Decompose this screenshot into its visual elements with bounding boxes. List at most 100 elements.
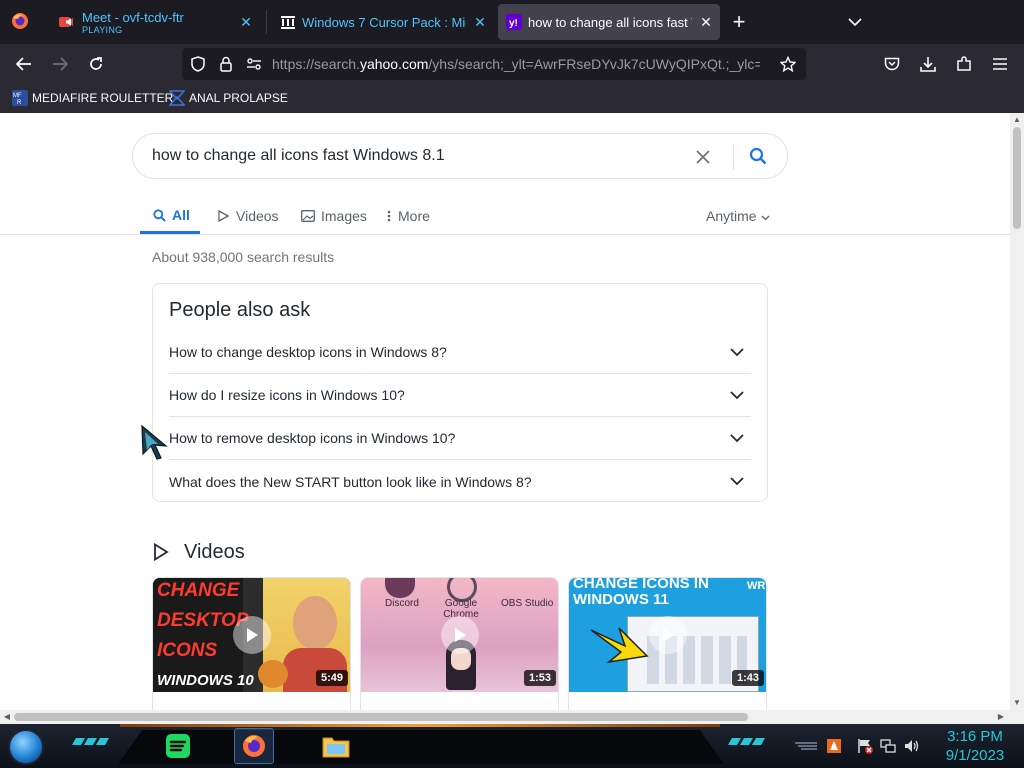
people-also-ask-title: People also ask <box>169 299 311 321</box>
play-overlay-icon[interactable] <box>233 616 271 654</box>
tab-title: how to change all icons fast Wi <box>528 14 692 30</box>
mediafire-icon: MF R <box>12 90 28 106</box>
time-filter-dropdown[interactable]: Anytime <box>706 199 770 233</box>
bookmark-anal-prolapse[interactable]: ANAL PROLAPSE <box>168 89 288 107</box>
thumb-text: WINDOWS 10 <box>157 672 254 689</box>
video-card[interactable]: Discord Google Chrome OBS Studio 1:53 <box>360 577 559 710</box>
volume-speaker-icon[interactable] <box>904 738 920 754</box>
hamburger-menu-icon[interactable] <box>987 52 1013 76</box>
taskbar-file-explorer-icon[interactable] <box>316 728 356 764</box>
url-prefix: https://search. <box>272 56 360 72</box>
new-tab-button[interactable]: + <box>728 11 750 33</box>
mouse-cursor-icon <box>141 424 168 460</box>
back-arrow-icon[interactable] <box>11 52 37 76</box>
scroll-left-arrow-icon[interactable]: ◀ <box>2 712 12 722</box>
tab-playing-label: PLAYING <box>82 24 123 35</box>
clock-time[interactable]: 3:16 PM <box>940 728 1010 745</box>
speaker-playing-icon[interactable] <box>62 14 78 30</box>
scroll-down-arrow-icon[interactable]: ▼ <box>1012 698 1022 708</box>
scrollbar-thumb[interactable] <box>1013 127 1021 229</box>
scrollbar-thumb[interactable] <box>14 713 748 721</box>
video-thumbnail[interactable]: Discord Google Chrome OBS Studio 1:53 <box>361 578 558 692</box>
network-icon[interactable] <box>880 738 896 754</box>
thumb-text: CHANGE ICONS IN <box>573 578 709 592</box>
tab-strip: Meet - ovf-tcdv-ftr PLAYING ✕ Windows 7 … <box>0 0 1024 44</box>
chevron-down-icon <box>729 430 745 446</box>
bookmark-label: ANAL PROLAPSE <box>189 91 288 105</box>
video-duration: 1:53 <box>523 670 556 686</box>
firefox-menu-icon[interactable] <box>11 12 29 35</box>
taskbar-decoration <box>727 738 766 746</box>
video-thumbnail[interactable]: CHANGE ICONS IN WINDOWS 11 WR 1:43 <box>569 578 766 692</box>
paa-question[interactable]: How to change desktop icons in Windows 8… <box>169 331 751 374</box>
thumb-text: CHANGE <box>157 580 240 601</box>
tab-meet[interactable]: Meet - ovf-tcdv-ftr PLAYING ✕ <box>50 4 260 40</box>
video-thumbnail[interactable]: CHANGE DESKTOP ICONS WINDOWS 10 5:49 <box>153 578 350 692</box>
tab-windows7-cursor-pack[interactable]: Windows 7 Cursor Pack : Micro ✕ <box>272 4 494 40</box>
url-text[interactable]: https://search.yahoo.com/yhs/search;_ylt… <box>272 56 760 72</box>
paa-question[interactable]: How to remove desktop icons in Windows 1… <box>169 417 751 460</box>
url-bar[interactable]: https://search.yahoo.com/yhs/search;_ylt… <box>182 48 806 80</box>
play-overlay-icon[interactable] <box>441 616 479 654</box>
tracking-protection-shield-icon[interactable] <box>190 56 206 72</box>
start-button[interactable] <box>8 729 44 765</box>
close-tab-icon[interactable]: ✕ <box>472 14 488 30</box>
taskbar-firefox-icon[interactable] <box>234 728 274 764</box>
svg-text:MF: MF <box>13 93 22 99</box>
play-overlay-icon[interactable] <box>649 616 687 654</box>
url-host: yahoo.com <box>359 56 429 72</box>
search-magnifier-icon[interactable] <box>747 145 769 167</box>
list-all-tabs-chevron-icon[interactable] <box>844 11 866 33</box>
close-tab-icon[interactable]: ✕ <box>698 14 714 30</box>
bookmark-mediafire-rouletter[interactable]: MF R MEDIAFIRE ROULETTER <box>12 89 173 107</box>
time-filter-label: Anytime <box>706 208 757 224</box>
chevron-down-icon <box>729 344 745 360</box>
pocket-icon[interactable] <box>879 52 905 76</box>
thumb-text: Discord <box>385 598 419 609</box>
bookmark-star-icon[interactable] <box>780 56 796 72</box>
tab-all-label: All <box>172 207 190 223</box>
result-count: About 938,000 search results <box>152 249 335 265</box>
clock-date[interactable]: 9/1/2023 <box>940 747 1010 764</box>
permissions-icon[interactable] <box>246 56 262 72</box>
videos-section-header[interactable]: Videos <box>152 540 245 564</box>
video-card[interactable]: CHANGE ICONS IN WINDOWS 11 WR 1:43 <box>568 577 767 710</box>
search-input[interactable] <box>152 146 672 166</box>
paa-question[interactable]: What does the New START button look like… <box>169 460 751 503</box>
taskbar-spotify-icon[interactable] <box>158 728 198 764</box>
tab-images[interactable]: Images <box>301 199 367 233</box>
tab-more[interactable]: More <box>386 199 430 233</box>
bookmark-icon <box>168 90 186 106</box>
clear-search-icon[interactable] <box>693 147 713 167</box>
tab-videos-label: Videos <box>236 208 279 224</box>
tab-videos[interactable]: Videos <box>216 199 279 233</box>
paa-question[interactable]: How do I resize icons in Windows 10? <box>169 374 751 417</box>
video-card[interactable]: CHANGE DESKTOP ICONS WINDOWS 10 5:49 <box>152 577 351 710</box>
chevron-down-icon <box>729 387 745 403</box>
reload-icon[interactable] <box>83 52 109 76</box>
paa-question-text: How to remove desktop icons in Windows 1… <box>169 430 456 446</box>
close-tab-icon[interactable]: ✕ <box>238 14 254 30</box>
scroll-up-arrow-icon[interactable]: ▲ <box>1012 115 1022 125</box>
search-icon <box>152 208 166 222</box>
tab-yahoo-search[interactable]: y! how to change all icons fast Wi ✕ <box>498 4 720 40</box>
show-hidden-icons-icon[interactable] <box>795 738 817 754</box>
extensions-puzzle-icon[interactable] <box>951 52 977 76</box>
action-center-flag-icon[interactable] <box>857 738 873 754</box>
tab-all[interactable]: All <box>140 199 200 234</box>
people-also-ask-panel: People also ask How to change desktop ic… <box>152 283 768 502</box>
paa-question-text: How do I resize icons in Windows 10? <box>169 387 405 403</box>
page-vertical-scrollbar[interactable]: ▲ ▼ <box>1010 113 1024 710</box>
videos-section-title: Videos <box>184 540 245 563</box>
search-box-divider <box>733 144 734 170</box>
search-box[interactable] <box>132 133 788 179</box>
downloads-icon[interactable] <box>915 52 941 76</box>
archive-org-favicon-icon <box>280 14 296 30</box>
lock-icon[interactable] <box>218 56 234 72</box>
forward-arrow-icon[interactable] <box>47 52 73 76</box>
page-horizontal-scrollbar[interactable]: ◀ ▶ <box>0 710 1024 724</box>
url-path: /yhs/search;_ylt=AwrFRseDYvJk7cUWyQIPxQt… <box>428 56 760 72</box>
tray-app-icon[interactable] <box>826 738 842 754</box>
scroll-right-arrow-icon[interactable]: ▶ <box>996 712 1006 722</box>
chevron-down-icon <box>761 208 770 224</box>
